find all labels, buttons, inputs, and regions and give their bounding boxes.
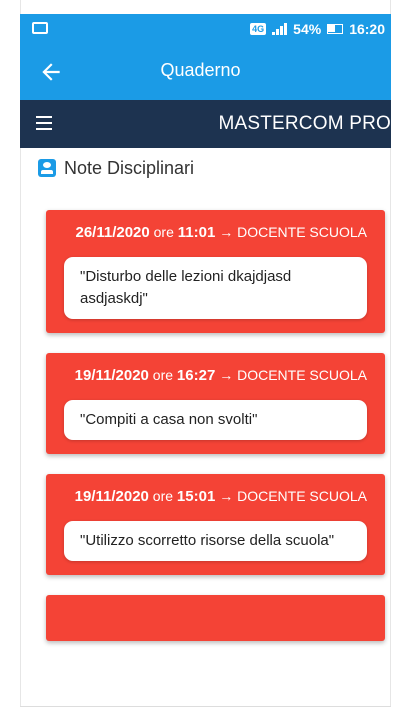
screen: 4G 54% 16:20 Quaderno MASTERCOM PRO Note… — [0, 0, 403, 707]
note-ore-label: ore — [153, 224, 174, 240]
battery-icon — [327, 24, 344, 34]
arrow-right-icon: → — [219, 488, 234, 504]
contact-card-icon — [38, 159, 56, 177]
note-card[interactable]: 26/11/2020 ore 11:01 → DOCENTE SCUOLA "D… — [46, 210, 385, 333]
note-time: 16:27 — [176, 367, 216, 384]
section-header: Note Disciplinari — [38, 156, 194, 180]
arrow-right-icon: → — [219, 224, 234, 240]
left-margin — [0, 0, 21, 707]
app-bar: Quaderno — [20, 44, 391, 100]
status-bar: 4G 54% 16:20 — [20, 14, 391, 44]
section-title: Note Disciplinari — [64, 157, 195, 178]
network-badge: 4G — [250, 23, 267, 35]
clock: 16:20 — [349, 21, 385, 37]
battery-percent: 54% — [293, 21, 322, 37]
note-time: 11:01 — [177, 224, 216, 241]
arrow-right-icon: → — [219, 367, 234, 383]
notification-icon — [32, 22, 48, 34]
note-meta: 19/11/2020 ore 16:27 → DOCENTE SCUOLA — [64, 365, 367, 386]
brand-title: MASTERCOM PRO — [218, 113, 391, 134]
note-date: 19/11/2020 — [74, 367, 149, 384]
note-meta: 19/11/2020 ore 15:01 → DOCENTE SCUOLA — [64, 486, 367, 507]
note-teacher: DOCENTE SCUOLA — [237, 488, 367, 504]
signal-icon — [272, 23, 288, 35]
note-ore-label: ore — [152, 367, 174, 383]
note-teacher: DOCENTE SCUOLA — [237, 224, 367, 240]
notes-list: 26/11/2020 ore 11:01 → DOCENTE SCUOLA "D… — [46, 210, 385, 661]
note-ore-label: ore — [152, 488, 174, 504]
note-text: "Compiti a casa non svolti" — [64, 400, 367, 440]
note-text: "Disturbo delle lezioni dkajdjasd asdjas… — [64, 257, 367, 319]
note-card[interactable]: 19/11/2020 ore 15:01 → DOCENTE SCUOLA "U… — [46, 474, 385, 575]
note-date: 19/11/2020 — [74, 488, 149, 505]
right-margin — [390, 0, 403, 707]
hamburger-icon[interactable] — [36, 116, 52, 130]
note-card[interactable]: 19/11/2020 ore 16:27 → DOCENTE SCUOLA "C… — [46, 353, 385, 454]
page-title: Quaderno — [160, 60, 241, 80]
note-text: "Utilizzo scorretto risorse della scuola… — [64, 521, 367, 561]
note-meta: 26/11/2020 ore 11:01 → DOCENTE SCUOLA — [64, 222, 367, 243]
note-time: 15:01 — [176, 488, 216, 505]
note-teacher: DOCENTE SCUOLA — [237, 367, 367, 383]
menu-bar: MASTERCOM PRO — [20, 100, 391, 148]
note-date: 26/11/2020 — [75, 224, 150, 241]
note-card-partial[interactable] — [46, 595, 385, 641]
